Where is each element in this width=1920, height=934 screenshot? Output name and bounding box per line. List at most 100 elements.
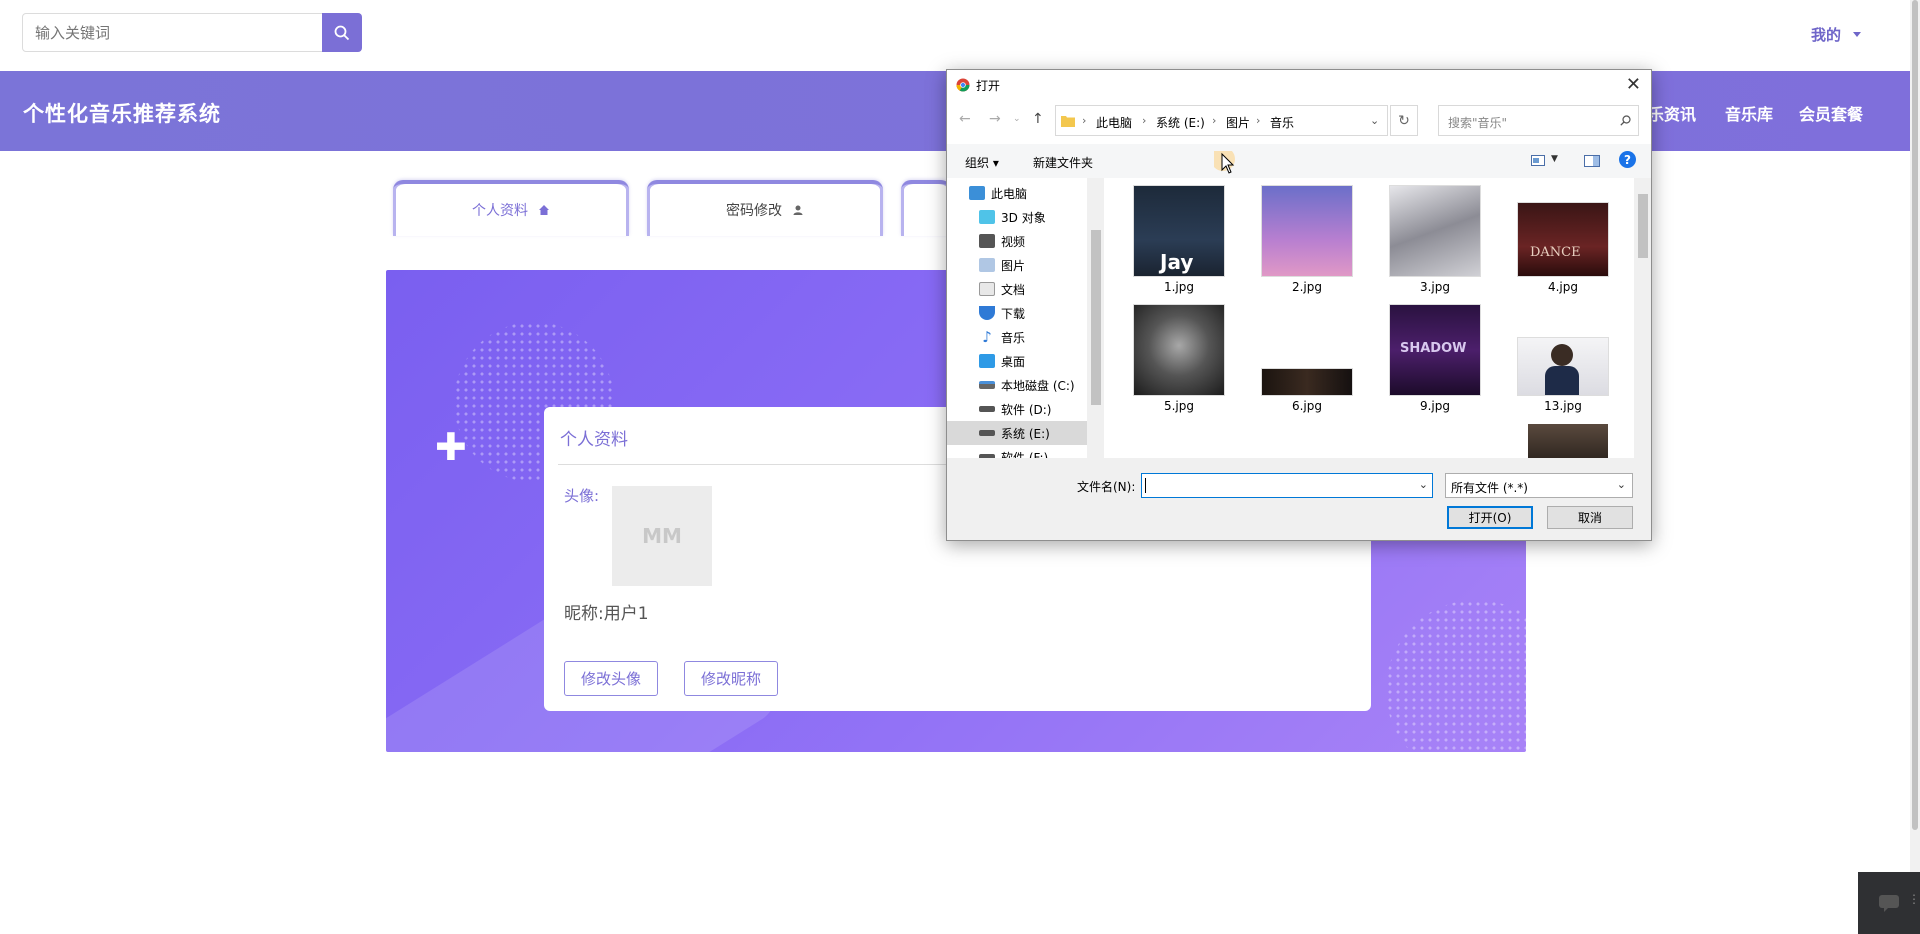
address-bar[interactable]: › 此电脑 › 系统 (E:) › 图片 › 音乐 ⌄ <box>1055 105 1388 136</box>
tree-item-drive-e[interactable]: 系统 (E:) <box>947 421 1087 445</box>
tab-password[interactable]: 密码修改 <box>647 180 883 236</box>
breadcrumb-separator: › <box>1142 114 1147 127</box>
filename-input[interactable]: ⌄ <box>1141 473 1433 498</box>
music-icon: ♪ <box>982 328 992 346</box>
tab-profile-label: 个人资料 <box>472 203 528 219</box>
file-open-dialog: 打开 ✕ ← → ⌄ ↑ › 此电脑 › 系统 (E:) › 图片 › 音乐 ⌄… <box>946 69 1652 541</box>
file-item[interactable]: 13.jpg <box>1508 338 1618 413</box>
file-name: 4.jpg <box>1547 280 1579 294</box>
tree-item-label: 桌面 <box>1001 354 1026 369</box>
tree-item-label: 软件 (F:) <box>1001 450 1049 459</box>
refresh-icon[interactable]: ↻ <box>1390 105 1418 136</box>
nav-item-news[interactable]: 乐资讯 <box>1648 101 1696 125</box>
organize-menu[interactable]: 组织 ▾ <box>965 154 999 171</box>
folder-tree: 此电脑 3D 对象 视频 图片 文档 下载 ♪ 音乐 桌面 本地磁盘 (C:) 软… <box>947 178 1087 458</box>
tree-item-documents[interactable]: 文档 <box>947 277 1087 301</box>
profile-title: 个人资料 <box>560 430 628 450</box>
change-avatar-button[interactable]: 修改头像 <box>564 661 659 696</box>
up-icon[interactable]: ↑ <box>1032 111 1044 127</box>
tree-item-label: 图片 <box>1001 258 1026 273</box>
tree-item-drive-c[interactable]: 本地磁盘 (C:) <box>947 373 1087 397</box>
chat-icon <box>1879 895 1899 912</box>
tree-item-label: 此电脑 <box>991 186 1028 201</box>
folder-icon <box>1061 116 1075 127</box>
chevron-down-icon[interactable]: ⌄ <box>1419 478 1428 491</box>
user-menu[interactable]: 我的 <box>1811 24 1862 45</box>
chevron-down-icon: ⌄ <box>1616 478 1626 491</box>
file-item[interactable]: 5.jpg <box>1124 305 1234 413</box>
avatar: MM <box>612 486 712 586</box>
breadcrumb-pictures[interactable]: 图片 <box>1226 114 1250 131</box>
file-item[interactable]: DANCE 4.jpg <box>1508 203 1618 294</box>
tree-item-desktop[interactable]: 桌面 <box>947 349 1087 373</box>
home-icon <box>539 205 549 215</box>
nav-item-membership[interactable]: 会员套餐 <box>1799 101 1863 125</box>
desktop-icon <box>979 354 995 368</box>
more-icon[interactable]: ⋮ <box>1908 892 1920 906</box>
new-folder-button[interactable]: 新建文件夹 <box>1033 154 1093 171</box>
file-name: 3.jpg <box>1419 280 1451 294</box>
documents-icon <box>979 282 995 296</box>
chevron-down-icon <box>1853 32 1862 37</box>
file-item[interactable]: 3.jpg <box>1380 186 1490 294</box>
breadcrumb-separator: › <box>1212 114 1217 127</box>
chevron-down-icon[interactable]: ⌄ <box>1370 114 1379 127</box>
file-thumbnail <box>1134 305 1224 395</box>
file-item[interactable]: 2.jpg <box>1252 186 1362 294</box>
file-item[interactable]: 6.jpg <box>1252 369 1362 413</box>
drive-icon <box>979 406 995 412</box>
chevron-down-icon[interactable]: ▼ <box>1551 154 1558 164</box>
person-icon <box>1551 344 1573 366</box>
file-thumbnail[interactable] <box>1528 424 1608 458</box>
file-item[interactable]: Jay 1.jpg <box>1124 186 1234 294</box>
chrome-icon <box>956 78 970 92</box>
tree-item-drive-d[interactable]: 软件 (D:) <box>947 397 1087 421</box>
dialog-titlebar[interactable]: 打开 ✕ <box>947 70 1651 100</box>
drive-icon <box>979 381 995 389</box>
tab-profile[interactable]: 个人资料 <box>393 180 629 236</box>
dialog-search-input[interactable]: 搜索"音乐" <box>1438 105 1639 136</box>
forward-icon[interactable]: → <box>989 111 1001 127</box>
close-icon[interactable]: ✕ <box>1626 74 1641 95</box>
person-icon <box>1545 366 1579 395</box>
tree-item-computer[interactable]: 此电脑 <box>947 181 1087 205</box>
file-thumbnail <box>1390 186 1480 276</box>
change-nickname-button[interactable]: 修改昵称 <box>684 661 779 696</box>
file-list-scrollbar-thumb[interactable] <box>1638 194 1648 258</box>
tab-more[interactable] <box>901 180 951 236</box>
file-thumbnail <box>1262 186 1352 276</box>
cancel-button[interactable]: 取消 <box>1547 506 1633 529</box>
preview-pane-icon[interactable] <box>1584 155 1600 167</box>
search-input[interactable] <box>23 14 322 51</box>
view-options-icon[interactable] <box>1531 155 1547 167</box>
recent-dropdown-icon[interactable]: ⌄ <box>1013 114 1021 124</box>
file-name: 13.jpg <box>1544 399 1582 413</box>
help-icon[interactable]: ? <box>1619 151 1636 168</box>
search-button[interactable] <box>322 13 362 52</box>
breadcrumb-music[interactable]: 音乐 <box>1270 114 1294 131</box>
breadcrumb-drive-e[interactable]: 系统 (E:) <box>1156 114 1205 131</box>
tree-item-3d-objects[interactable]: 3D 对象 <box>947 205 1087 229</box>
dialog-search-placeholder: 搜索"音乐" <box>1448 116 1508 130</box>
page-scrollbar-thumb[interactable] <box>1912 0 1918 830</box>
back-icon[interactable]: ← <box>959 111 971 127</box>
filetype-select[interactable]: 所有文件 (*.*) ⌄ <box>1445 473 1633 498</box>
breadcrumb-computer[interactable]: 此电脑 <box>1096 114 1132 131</box>
search-box[interactable] <box>22 13 323 52</box>
user-icon <box>793 205 803 215</box>
tree-item-label: 文档 <box>1001 282 1026 297</box>
tree-item-downloads[interactable]: 下载 <box>947 301 1087 325</box>
tree-item-videos[interactable]: 视频 <box>947 229 1087 253</box>
tree-item-music[interactable]: ♪ 音乐 <box>947 325 1087 349</box>
open-button[interactable]: 打开(O) <box>1447 506 1533 529</box>
file-thumbnail <box>1262 369 1352 395</box>
file-thumbnail: SHADOW <box>1390 305 1480 395</box>
thumbnail-text: Jay <box>1160 250 1194 274</box>
tree-item-pictures[interactable]: 图片 <box>947 253 1087 277</box>
chat-widget[interactable]: ⋮ <box>1858 872 1920 934</box>
tree-item-drive-f[interactable]: 软件 (F:) <box>947 445 1087 458</box>
tree-scrollbar-thumb[interactable] <box>1091 230 1101 405</box>
file-item[interactable]: SHADOW 9.jpg <box>1380 305 1490 413</box>
site-title: 个性化音乐推荐系统 <box>23 102 221 126</box>
nav-item-library[interactable]: 音乐库 <box>1725 101 1773 125</box>
